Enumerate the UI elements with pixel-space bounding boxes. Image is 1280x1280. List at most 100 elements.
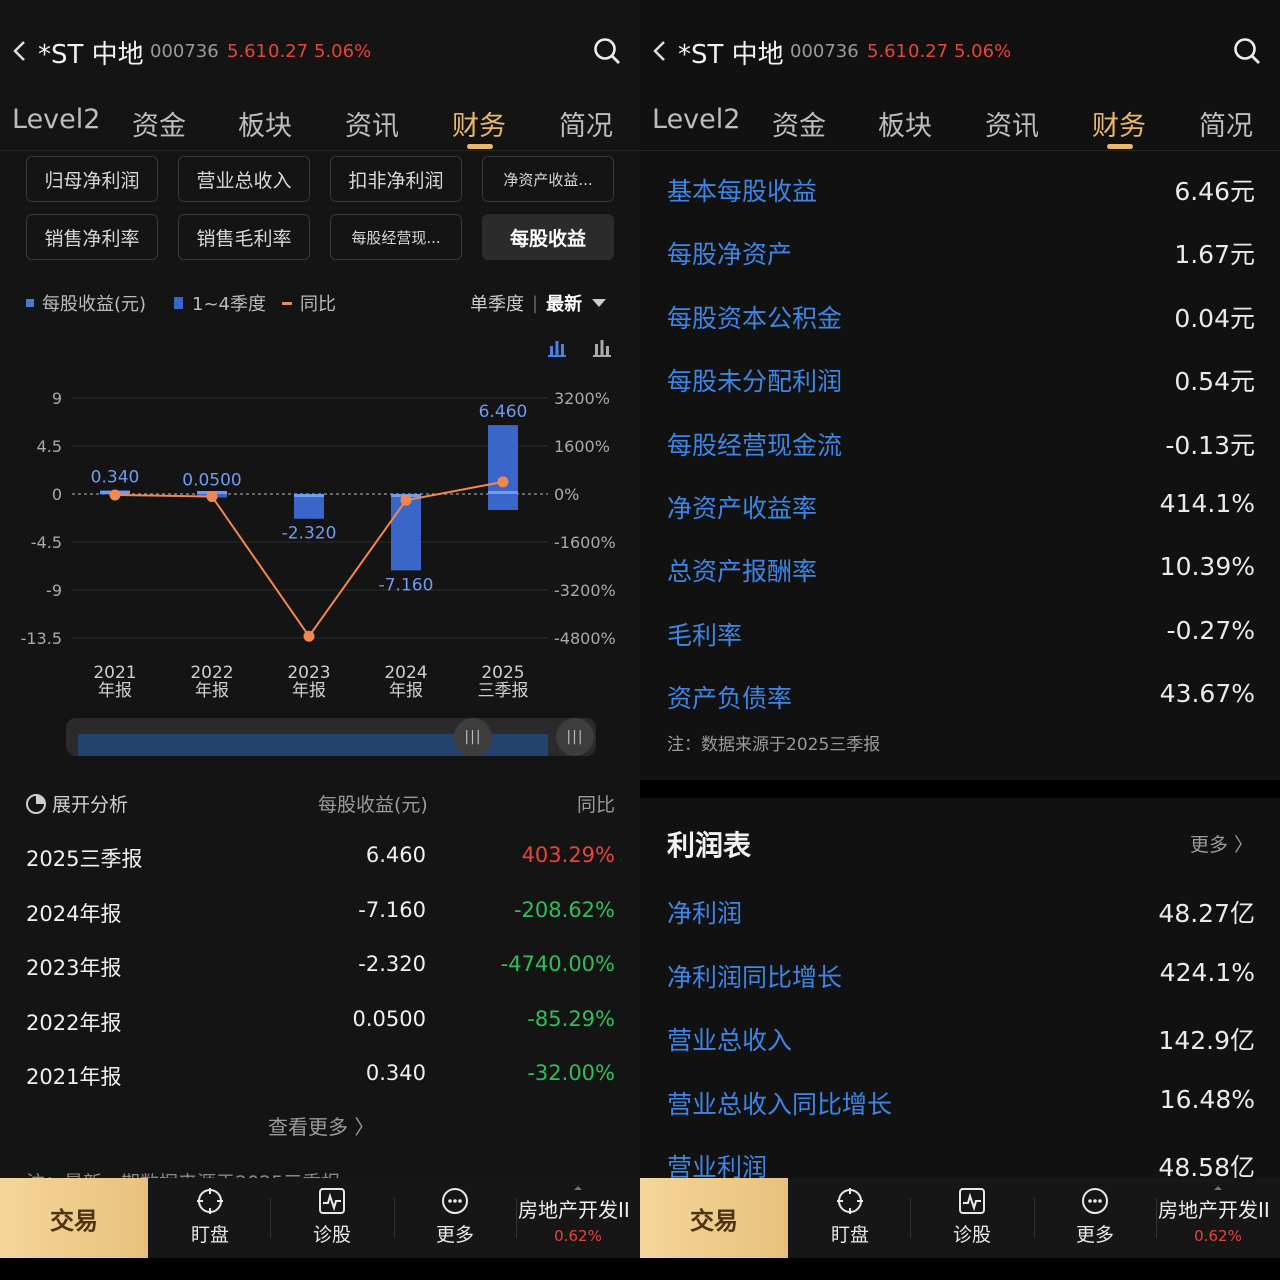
indicator-label[interactable]: 每股资本公积金 bbox=[667, 299, 842, 335]
tab-news[interactable]: 资讯 bbox=[345, 104, 399, 143]
tab-level2[interactable]: Level2 bbox=[652, 104, 740, 135]
income-value: 16.48% bbox=[1159, 1084, 1255, 1114]
sector-button[interactable]: 房地产开发II 0.62% bbox=[1158, 1186, 1280, 1245]
bar-chart-alt-icon[interactable] bbox=[591, 338, 613, 358]
indicator-row[interactable]: 总资产报酬率 10.39% bbox=[640, 552, 1280, 596]
back-button[interactable] bbox=[648, 36, 672, 66]
trade-button[interactable]: 交易 bbox=[640, 1178, 788, 1258]
row-eps: 0.0500 bbox=[352, 1006, 426, 1031]
indicator-row[interactable]: 每股净资产 1.67元 bbox=[640, 235, 1280, 279]
chip-op-cashflow-per-share[interactable]: 每股经营现... bbox=[330, 214, 462, 260]
indicator-label[interactable]: 每股经营现金流 bbox=[667, 426, 842, 462]
table-row[interactable]: 2025三季报 6.460 403.29% bbox=[0, 843, 640, 883]
row-eps: 0.340 bbox=[365, 1061, 426, 1085]
income-row[interactable]: 净利润同比增长 424.1% bbox=[640, 958, 1280, 1002]
active-tab-indicator bbox=[467, 144, 493, 149]
stock-code: 000736 bbox=[150, 41, 219, 62]
legend-swatch bbox=[26, 299, 34, 307]
separator bbox=[910, 1198, 911, 1238]
range-slider[interactable] bbox=[66, 718, 596, 756]
table-row[interactable]: 2023年报 -2.320 -4740.00% bbox=[0, 952, 640, 992]
indicator-label[interactable]: 每股净资产 bbox=[667, 235, 792, 271]
income-row[interactable]: 净利润 48.27亿 bbox=[640, 894, 1280, 938]
search-button[interactable] bbox=[592, 36, 622, 66]
indicator-label[interactable]: 每股未分配利润 bbox=[667, 362, 842, 398]
indicator-row[interactable]: 毛利率 -0.27% bbox=[640, 616, 1280, 660]
eps-data-label: 0.0500 bbox=[182, 470, 241, 490]
y-left-tick: 9 bbox=[52, 389, 62, 408]
search-button[interactable] bbox=[1232, 36, 1262, 66]
tab-funds[interactable]: 资金 bbox=[772, 104, 826, 143]
income-label[interactable]: 净利润 bbox=[667, 894, 742, 930]
view-more-link[interactable]: 查看更多 〉 bbox=[268, 1111, 374, 1140]
chip-net-margin[interactable]: 销售净利率 bbox=[26, 214, 158, 260]
more-button[interactable]: 更多 bbox=[1055, 1186, 1135, 1252]
indicator-row[interactable]: 每股资本公积金 0.04元 bbox=[640, 299, 1280, 343]
chip-parent-net-profit[interactable]: 归母净利润 bbox=[26, 156, 158, 202]
indicator-row[interactable]: 净资产收益率 414.1% bbox=[640, 489, 1280, 533]
row-eps: -2.320 bbox=[358, 952, 426, 976]
income-more-link[interactable]: 更多 〉 bbox=[1190, 830, 1253, 857]
income-label[interactable]: 营业总收入同比增长 bbox=[667, 1085, 892, 1121]
indicator-row[interactable]: 基本每股收益 6.46元 bbox=[640, 172, 1280, 216]
stock-code: 000736 bbox=[790, 41, 859, 62]
row-yoy: -4740.00% bbox=[500, 952, 615, 976]
watch-button[interactable]: 盯盘 bbox=[810, 1186, 890, 1252]
legend-quarters: 1~4季度 bbox=[174, 290, 266, 316]
x-tick-kind: 年报 bbox=[98, 681, 132, 701]
more-label: 更多 bbox=[1075, 1224, 1114, 1246]
legend-line-swatch bbox=[282, 301, 292, 305]
expand-analysis-button[interactable]: 展开分析 bbox=[26, 790, 128, 817]
table-row[interactable]: 2021年报 0.340 -32.00% bbox=[0, 1061, 640, 1101]
trade-button[interactable]: 交易 bbox=[0, 1178, 148, 1258]
tab-sector[interactable]: 板块 bbox=[878, 104, 932, 143]
tab-funds[interactable]: 资金 bbox=[132, 104, 186, 143]
table-row[interactable]: 2022年报 0.0500 -85.29% bbox=[0, 1007, 640, 1047]
eps-data-label: -2.320 bbox=[282, 524, 337, 544]
tab-sector[interactable]: 板块 bbox=[238, 104, 292, 143]
income-row[interactable]: 营业总收入 142.9亿 bbox=[640, 1021, 1280, 1065]
chip-roe[interactable]: 净资产收益... bbox=[482, 156, 614, 202]
tab-finance[interactable]: 财务 bbox=[1092, 104, 1146, 143]
indicator-row[interactable]: 每股未分配利润 0.54元 bbox=[640, 362, 1280, 406]
stock-change: 0.27 bbox=[268, 41, 309, 62]
tab-bar: Level2 资金 板块 资讯 财务 简况 bbox=[0, 100, 640, 150]
table-row[interactable]: 2024年报 -7.160 -208.62% bbox=[0, 898, 640, 938]
slider-handle-left[interactable]: ||| bbox=[454, 718, 492, 756]
period-selector[interactable]: 单季度 | 最新 bbox=[470, 290, 607, 316]
income-label[interactable]: 营业总收入 bbox=[667, 1021, 792, 1057]
tab-profile[interactable]: 简况 bbox=[1199, 104, 1253, 143]
tab-profile[interactable]: 简况 bbox=[559, 104, 613, 143]
chip-total-revenue[interactable]: 营业总收入 bbox=[178, 156, 310, 202]
eps-bar-highlight bbox=[488, 491, 518, 494]
back-button[interactable] bbox=[8, 36, 32, 66]
bar-chart-icon[interactable] bbox=[546, 338, 568, 358]
tab-news[interactable]: 资讯 bbox=[985, 104, 1039, 143]
chip-eps[interactable]: 每股收益 bbox=[482, 214, 614, 260]
legend-eps-label: 每股收益(元) bbox=[42, 294, 147, 315]
tab-finance[interactable]: 财务 bbox=[452, 104, 506, 143]
tab-level2[interactable]: Level2 bbox=[12, 104, 100, 135]
sector-button[interactable]: 房地产开发II 0.62% bbox=[518, 1186, 640, 1245]
slider-handle-right[interactable]: ||| bbox=[556, 718, 594, 756]
indicator-label[interactable]: 毛利率 bbox=[667, 616, 742, 652]
chip-gross-margin[interactable]: 销售毛利率 bbox=[178, 214, 310, 260]
watch-label: 盯盘 bbox=[830, 1224, 869, 1246]
indicator-row[interactable]: 每股经营现金流 -0.13元 bbox=[640, 426, 1280, 470]
diagnose-button[interactable]: 诊股 bbox=[292, 1186, 372, 1252]
indicator-label[interactable]: 净资产收益率 bbox=[667, 489, 817, 525]
diagnose-button[interactable]: 诊股 bbox=[932, 1186, 1012, 1252]
watch-button[interactable]: 盯盘 bbox=[170, 1186, 250, 1252]
indicator-row[interactable]: 资产负债率 43.67% bbox=[640, 679, 1280, 723]
indicator-label[interactable]: 基本每股收益 bbox=[667, 172, 817, 208]
income-row[interactable]: 营业总收入同比增长 16.48% bbox=[640, 1085, 1280, 1129]
chip-deducted-net-profit[interactable]: 扣非净利润 bbox=[330, 156, 462, 202]
more-label: 更多 bbox=[435, 1224, 474, 1246]
indicator-label[interactable]: 总资产报酬率 bbox=[667, 552, 817, 588]
x-tick-kind: 年报 bbox=[195, 681, 229, 701]
indicator-label[interactable]: 资产负债率 bbox=[667, 679, 792, 715]
income-label[interactable]: 净利润同比增长 bbox=[667, 958, 842, 994]
period-latest: 最新 bbox=[546, 294, 583, 315]
more-button[interactable]: 更多 bbox=[415, 1186, 495, 1252]
row-yoy: -208.62% bbox=[513, 897, 615, 922]
